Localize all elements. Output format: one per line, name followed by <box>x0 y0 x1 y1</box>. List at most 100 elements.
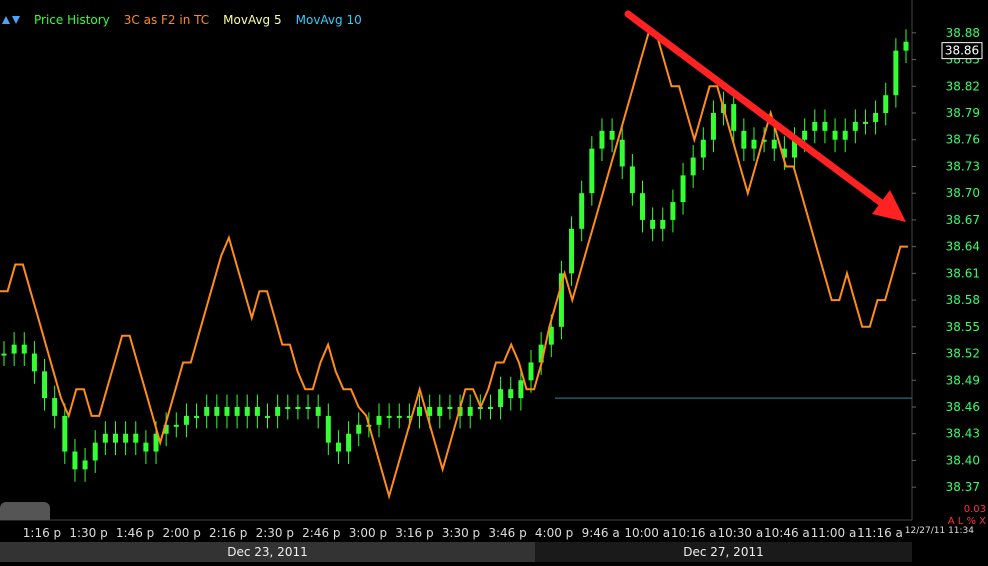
x-tick-label: 2:46 p <box>302 526 340 540</box>
price-candle <box>346 433 352 452</box>
y-tick-label: 38.88 <box>946 26 980 40</box>
price-candle <box>832 130 838 140</box>
price-candle <box>680 175 686 203</box>
price-candle <box>21 344 27 354</box>
price-candle <box>386 415 392 418</box>
y-tick-label: 38.52 <box>946 347 980 361</box>
y-tick-label: 38.73 <box>946 159 980 173</box>
price-candle <box>112 433 118 443</box>
price-candle <box>629 166 635 194</box>
price-candle <box>224 407 230 416</box>
price-candle <box>700 139 706 158</box>
price-candle <box>842 130 848 140</box>
y-tick-label: 38.49 <box>946 373 980 387</box>
price-candle <box>204 407 210 416</box>
price-candle <box>498 389 504 407</box>
price-candle <box>518 380 524 399</box>
price-candle <box>903 41 909 51</box>
price-candle <box>599 130 605 149</box>
price-candle <box>315 407 321 416</box>
price-candle <box>143 442 149 452</box>
price-candle <box>579 193 585 229</box>
timestamp: 12/27/11 11:34 <box>904 526 974 536</box>
price-candle <box>396 415 402 418</box>
price-candle <box>376 415 382 425</box>
y-tick-label: 38.67 <box>946 213 980 227</box>
price-candle <box>31 353 37 372</box>
y-tick-label: 38.82 <box>946 79 980 93</box>
price-candle <box>102 433 108 443</box>
x-tick-label: 3:16 p <box>395 526 433 540</box>
price-candle <box>741 130 747 149</box>
price-candle <box>802 130 808 140</box>
date-label-1: Dec 23, 2011 <box>0 542 535 562</box>
x-tick-label: 1:16 p <box>23 526 61 540</box>
price-candle <box>295 407 301 409</box>
x-tick-label: 11:16 a <box>857 526 903 540</box>
x-tick-label: 3:30 p <box>442 526 480 540</box>
price-candle <box>639 193 645 220</box>
y-tick-label: 38.64 <box>946 240 980 254</box>
price-candle <box>852 121 858 131</box>
y-tick-label: 38.55 <box>946 320 980 334</box>
price-candle <box>893 50 899 96</box>
x-tick-label: 10:00 a <box>624 526 670 540</box>
price-candle <box>487 407 493 409</box>
price-candle <box>569 228 575 274</box>
arrow-up-icon[interactable] <box>2 16 10 24</box>
price-candle <box>822 121 828 131</box>
y-tick-label: 38.61 <box>946 266 980 280</box>
price-candle <box>812 121 818 131</box>
price-candle <box>305 407 311 409</box>
x-tick-label: 9:46 a <box>582 526 620 540</box>
price-candle <box>670 202 676 220</box>
last-price-label: 38.86 <box>945 44 979 58</box>
legend-ma10[interactable]: MovAvg 10 <box>296 13 362 27</box>
x-tick-label: 10:16 a <box>671 526 717 540</box>
price-candle <box>254 407 260 416</box>
price-candle <box>437 407 443 416</box>
price-candle <box>123 433 129 443</box>
status-panel: 0.03 A L % X <box>948 504 986 528</box>
x-tick-label: 4:00 p <box>535 526 573 540</box>
x-tick-label: 11:00 a <box>811 526 857 540</box>
price-candle <box>771 139 777 149</box>
status-value: 0.03 <box>963 504 986 515</box>
price-candle <box>285 407 291 409</box>
y-tick-label: 38.37 <box>946 480 980 494</box>
price-candle <box>42 371 48 399</box>
x-tick-label: 1:30 p <box>69 526 107 540</box>
price-candle <box>447 407 453 409</box>
x-tick-label: 2:00 p <box>162 526 200 540</box>
price-candle <box>417 407 423 416</box>
legend-price-history[interactable]: Price History <box>34 13 110 27</box>
y-tick-label: 38.40 <box>946 453 980 467</box>
price-candle <box>335 442 341 452</box>
y-tick-label: 38.79 <box>946 106 980 120</box>
price-candle <box>173 424 179 427</box>
price-candle <box>751 139 757 149</box>
price-candle <box>467 407 473 416</box>
price-candle <box>52 398 58 416</box>
scroll-handle[interactable] <box>0 502 50 520</box>
date-label-2: Dec 27, 2011 <box>535 542 912 562</box>
y-tick-label: 38.43 <box>946 427 980 441</box>
price-candle <box>244 407 250 416</box>
price-candle <box>873 113 879 122</box>
price-candle <box>92 442 98 461</box>
sort-arrows[interactable] <box>2 16 20 24</box>
legend-indicator[interactable]: 3C as F2 in TC <box>124 13 209 27</box>
x-tick-label: 10:46 a <box>764 526 810 540</box>
price-candle <box>619 139 625 167</box>
price-candle <box>234 407 240 416</box>
price-candle <box>660 219 666 229</box>
x-tick-label: 10:30 a <box>717 526 763 540</box>
price-candle <box>214 407 220 416</box>
legend-ma5[interactable]: MovAvg 5 <box>223 13 281 27</box>
arrow-down-icon[interactable] <box>12 16 20 24</box>
price-candle <box>11 344 17 354</box>
price-candle <box>356 424 362 434</box>
annotation-arrow-head <box>872 190 906 222</box>
price-candle <box>72 451 78 470</box>
price-candle <box>883 95 889 113</box>
